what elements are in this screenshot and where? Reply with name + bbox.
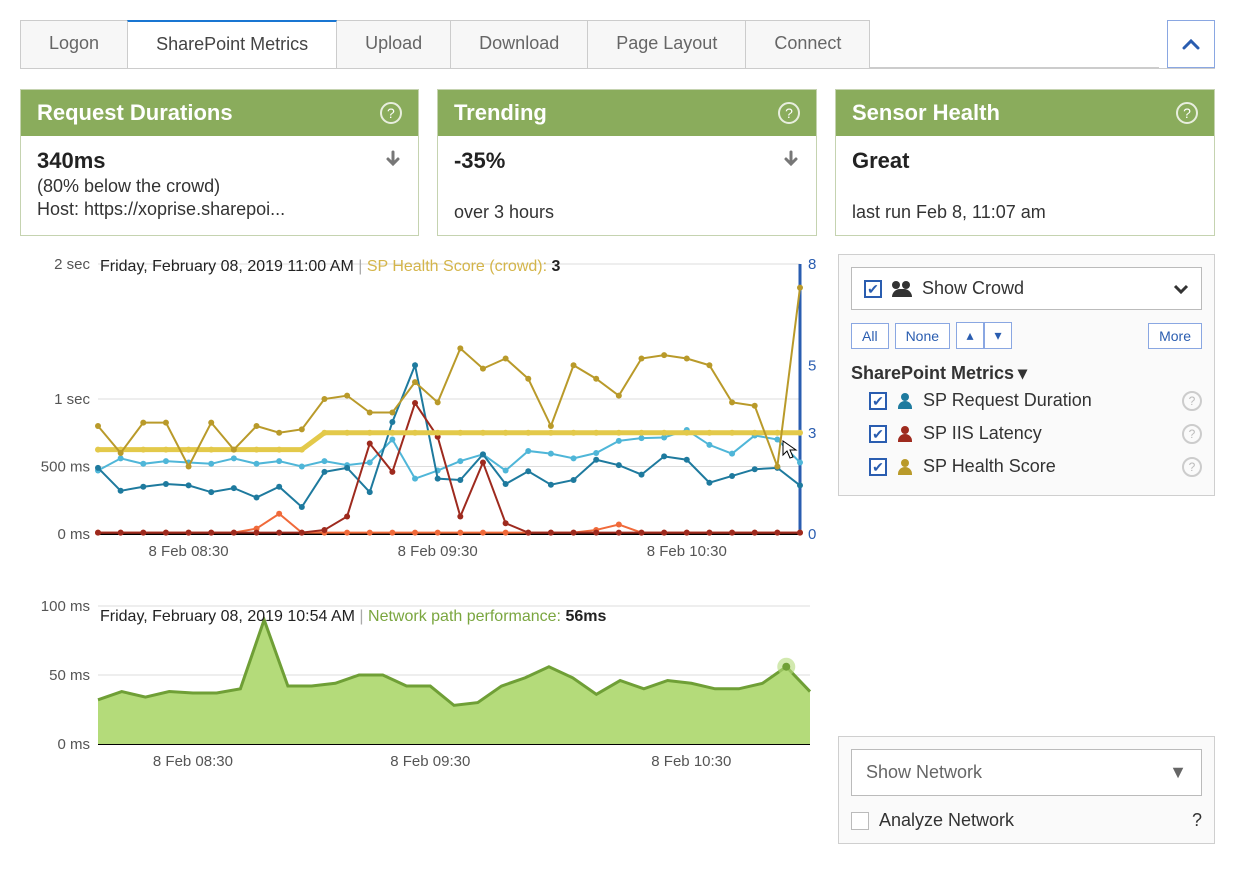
show-crowd-checkbox[interactable]	[864, 280, 882, 298]
health-value: Great	[852, 148, 909, 174]
svg-text:2 sec: 2 sec	[54, 256, 90, 273]
crowd-icon	[892, 281, 912, 297]
analyze-network-label: Analyze Network	[879, 810, 1014, 831]
card-trending: Trending ? -35% over 3 hours	[437, 89, 817, 236]
chart-sharepoint-metrics[interactable]: 0 ms 500 ms 1 sec 2 sec 0 3 5 8 8 Feb 08:30 8 Feb…	[20, 254, 820, 574]
svg-text:3: 3	[808, 425, 816, 442]
metrics-section-header[interactable]: SharePoint Metrics ▾	[851, 363, 1202, 384]
move-up-button[interactable]: ▴	[956, 322, 984, 349]
show-network-select[interactable]: Show Network ▼	[851, 749, 1202, 796]
svg-text:8 Feb 08:30: 8 Feb 08:30	[149, 543, 229, 560]
svg-text:8 Feb 09:30: 8 Feb 09:30	[390, 753, 470, 770]
svg-text:0: 0	[808, 526, 816, 543]
metric-checkbox[interactable]	[869, 425, 887, 443]
chevron-down-icon	[1173, 278, 1189, 299]
svg-text:8 Feb 10:30: 8 Feb 10:30	[651, 753, 731, 770]
metric-checkbox[interactable]	[869, 458, 887, 476]
tab-logon[interactable]: Logon	[20, 20, 128, 68]
svg-text:1 sec: 1 sec	[54, 391, 90, 408]
main-area: 0 ms 500 ms 1 sec 2 sec 0 3 5 8 8 Feb 08:30 8 Feb…	[20, 254, 1215, 858]
svg-text:50 ms: 50 ms	[49, 667, 90, 684]
card-title: Trending	[454, 100, 547, 126]
tab-upload[interactable]: Upload	[336, 20, 451, 68]
metric-checkbox[interactable]	[869, 392, 887, 410]
summary-cards: Request Durations ? 340ms (80% below the…	[20, 89, 1215, 236]
card-title: Request Durations	[37, 100, 233, 126]
person-icon	[897, 426, 913, 442]
chevron-down-icon: ▾	[1018, 363, 1027, 384]
help-icon[interactable]: ?	[1176, 102, 1198, 124]
health-sub: last run Feb 8, 11:07 am	[852, 202, 1198, 223]
svg-text:8 Feb 09:30: 8 Feb 09:30	[398, 543, 478, 560]
chart2-hover-label: Friday, February 08, 2019 10:54 AM | Net…	[100, 608, 606, 626]
side-column: Show Crowd All None ▴ ▾ More SharePoint …	[838, 254, 1215, 858]
show-crowd-label: Show Crowd	[922, 278, 1024, 299]
metric-row[interactable]: SP Request Duration?	[851, 384, 1202, 417]
more-button[interactable]: More	[1148, 323, 1202, 349]
durations-value: 340ms	[37, 148, 106, 174]
svg-text:0 ms: 0 ms	[57, 526, 90, 543]
chart1-svg: 0 ms 500 ms 1 sec 2 sec 0 3 5 8 8 Feb 08:30 8 Feb…	[20, 254, 820, 574]
svg-text:8 Feb 08:30: 8 Feb 08:30	[153, 753, 233, 770]
chart1-hover-label: Friday, February 08, 2019 11:00 AM | SP …	[100, 258, 560, 276]
metric-label: SP Request Duration	[923, 390, 1092, 411]
durations-sub1: (80% below the crowd)	[37, 176, 402, 197]
metric-label: SP Health Score	[923, 456, 1056, 477]
svg-text:5: 5	[808, 357, 816, 374]
select-all-button[interactable]: All	[851, 323, 889, 349]
svg-text:8 Feb 10:30: 8 Feb 10:30	[647, 543, 727, 560]
tab-download[interactable]: Download	[450, 20, 588, 68]
help-icon[interactable]: ?	[1182, 391, 1202, 411]
person-icon	[897, 393, 913, 409]
tab-strip: LogonSharePoint MetricsUploadDownloadPag…	[20, 20, 1215, 69]
select-none-button[interactable]: None	[895, 323, 950, 349]
help-icon[interactable]: ?	[1182, 424, 1202, 444]
help-icon[interactable]: ?	[778, 102, 800, 124]
metric-row[interactable]: SP Health Score?	[851, 450, 1202, 483]
trending-sub: over 3 hours	[454, 202, 800, 223]
move-down-button[interactable]: ▾	[984, 322, 1012, 349]
card-sensor-health: Sensor Health ? Great last run Feb 8, 11…	[835, 89, 1215, 236]
collapse-button[interactable]	[1167, 20, 1215, 68]
charts-column: 0 ms 500 ms 1 sec 2 sec 0 3 5 8 8 Feb 08:30 8 Feb…	[20, 254, 820, 858]
tab-spacer	[869, 20, 1159, 68]
dropdown-icon: ▼	[1169, 762, 1187, 783]
help-icon[interactable]: ?	[380, 102, 402, 124]
svg-text:8: 8	[808, 256, 816, 273]
durations-sub2: Host: https://xoprise.sharepoi...	[37, 199, 402, 220]
network-panel: Show Network ▼ Analyze Network ?	[838, 736, 1215, 844]
trending-value: -35%	[454, 148, 505, 174]
help-icon[interactable]: ?	[1192, 810, 1202, 831]
person-icon	[897, 459, 913, 475]
metric-label: SP IIS Latency	[923, 423, 1042, 444]
svg-text:0 ms: 0 ms	[57, 736, 90, 753]
trend-down-icon	[384, 150, 402, 173]
tab-connect[interactable]: Connect	[745, 20, 870, 68]
tab-page-layout[interactable]: Page Layout	[587, 20, 746, 68]
tab-sharepoint-metrics[interactable]: SharePoint Metrics	[127, 20, 337, 68]
card-request-durations: Request Durations ? 340ms (80% below the…	[20, 89, 419, 236]
analyze-network-checkbox[interactable]	[851, 812, 869, 830]
svg-text:500 ms: 500 ms	[41, 459, 90, 476]
chart-network[interactable]: 0 ms 50 ms 100 ms 8 Feb 08:30 8 Feb 09:30 8 F…	[20, 594, 820, 794]
metric-row[interactable]: SP IIS Latency?	[851, 417, 1202, 450]
svg-text:100 ms: 100 ms	[41, 598, 90, 615]
card-title: Sensor Health	[852, 100, 1000, 126]
show-crowd-toggle[interactable]: Show Crowd	[851, 267, 1202, 310]
trend-down-icon	[782, 150, 800, 173]
help-icon[interactable]: ?	[1182, 457, 1202, 477]
legend-panel: Show Crowd All None ▴ ▾ More SharePoint …	[838, 254, 1215, 496]
